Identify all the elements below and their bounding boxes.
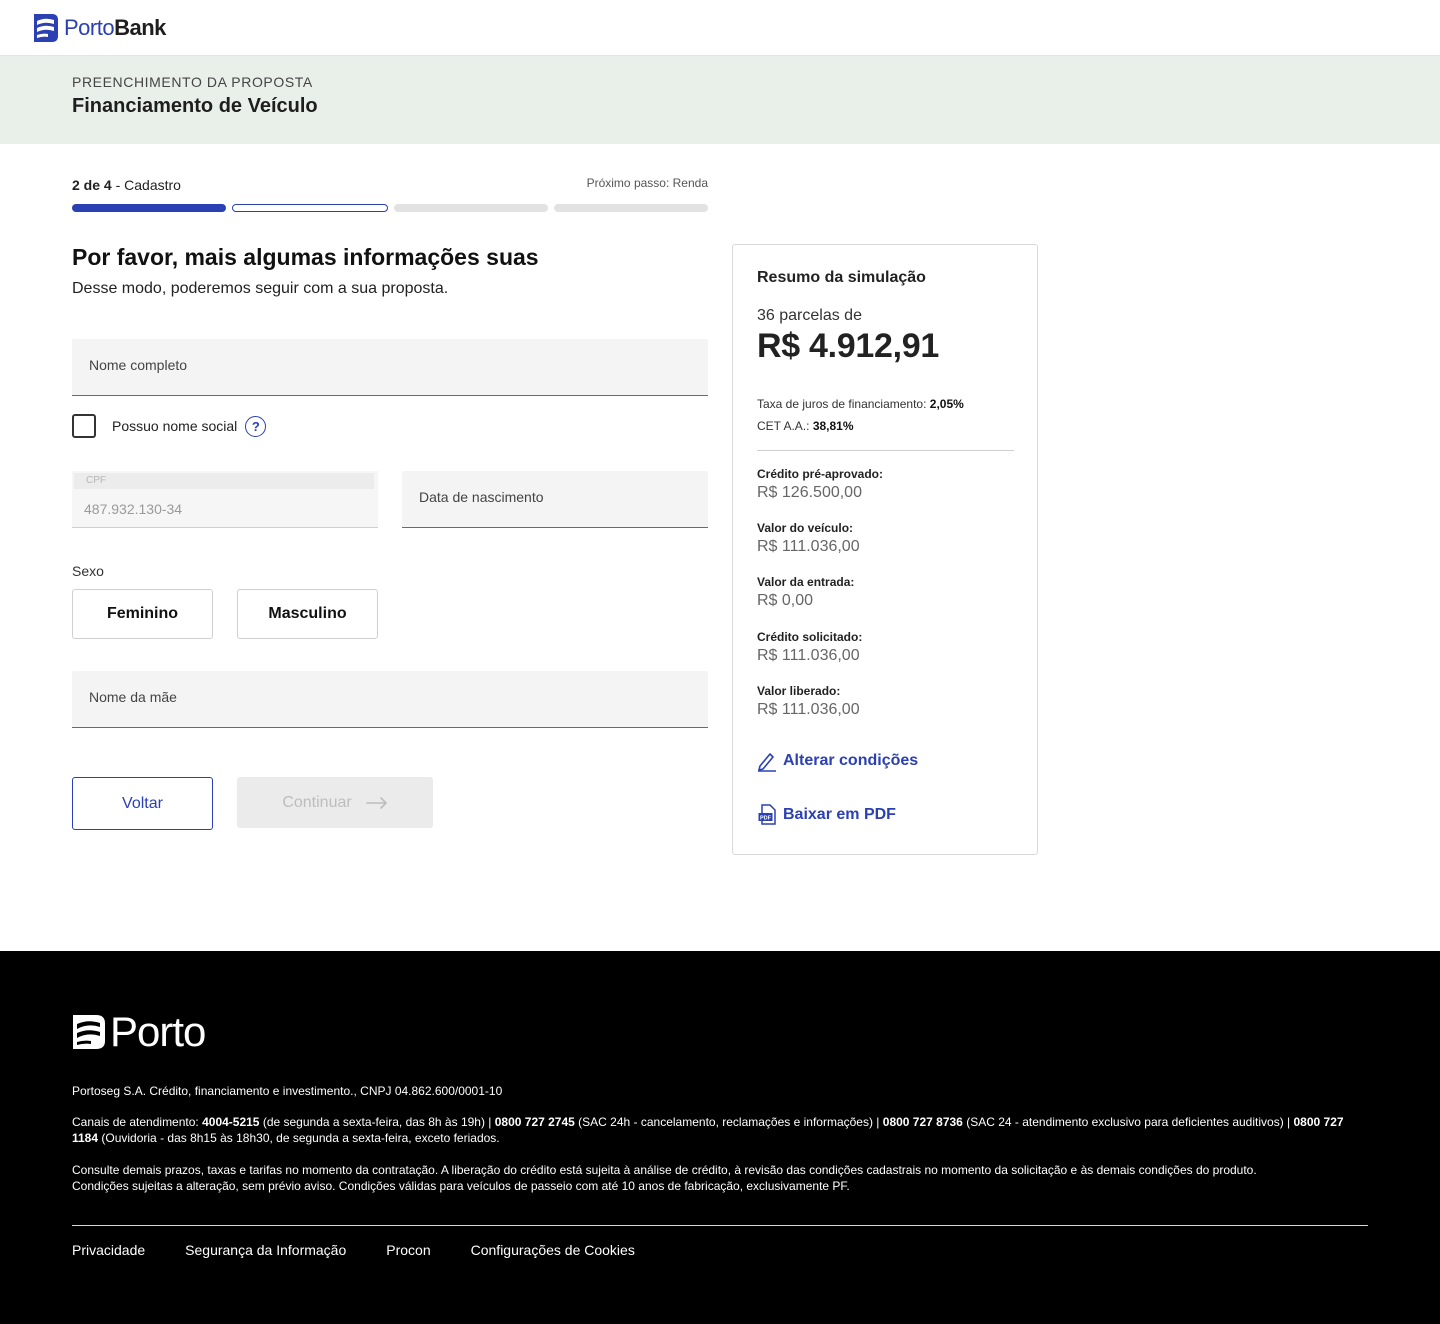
social-name-label: Possuo nome social xyxy=(112,418,238,434)
step-indicator: 2 de 4 - Cadastro xyxy=(72,177,181,193)
pencil-icon xyxy=(758,753,776,772)
summary-title: Resumo da simulação xyxy=(757,269,926,286)
footer-link-privacidade[interactable]: Privacidade xyxy=(72,1242,145,1258)
main-content: 2 de 4 - Cadastro Próximo passo: Renda P… xyxy=(0,144,1440,951)
progress-bar xyxy=(72,204,708,212)
installments-label: 36 parcelas de xyxy=(757,307,862,324)
progress-segment-4 xyxy=(554,204,708,212)
installment-amount: R$ 4.912,91 xyxy=(757,327,939,365)
footer-link-seguranca[interactable]: Segurança da Informação xyxy=(185,1242,346,1258)
form-title: Por favor, mais algumas informações suas xyxy=(72,244,539,270)
form-subtitle: Desse modo, poderemos seguir com a sua p… xyxy=(72,280,449,297)
svg-text:PDF: PDF xyxy=(760,816,772,822)
cet-rate: CET A.A.: 38,81% xyxy=(757,419,854,433)
social-name-option: Possuo nome social ? xyxy=(72,414,267,438)
sex-option-feminino[interactable]: Feminino xyxy=(72,589,213,639)
banner-eyebrow: PREENCHIMENTO DA PROPOSTA xyxy=(72,74,313,90)
next-step-label: Próximo passo: Renda xyxy=(586,176,708,190)
mother-name-field[interactable]: Nome da mãe xyxy=(72,671,708,728)
cpf-value: 487.932.130-34 xyxy=(84,501,183,517)
cpf-label-bg xyxy=(74,473,374,489)
summary-divider xyxy=(757,450,1014,451)
full-name-field[interactable]: Nome completo xyxy=(72,339,708,396)
summary-item-requested-credit: Crédito solicitado: R$ 111.036,00 xyxy=(757,630,863,664)
summary-item-preapproved: Crédito pré-aprovado: R$ 126.500,00 xyxy=(757,467,884,501)
sex-label: Sexo xyxy=(72,563,104,579)
help-icon[interactable]: ? xyxy=(245,415,267,437)
back-button[interactable]: Voltar xyxy=(72,777,213,830)
page-title: Financiamento de Veículo xyxy=(72,95,318,117)
progress-segment-1 xyxy=(72,204,226,212)
interest-rate: Taxa de juros de financiamento: 2,05% xyxy=(757,397,964,411)
change-conditions-link[interactable]: Alterar condições xyxy=(757,750,918,772)
legal-disclaimer: Consulte demais prazos, taxas e tarifas … xyxy=(72,1163,1257,1193)
full-name-placeholder: Nome completo xyxy=(89,357,188,373)
page-footer: Porto Portoseg S.A. Crédito, financiamen… xyxy=(0,951,1440,1324)
cpf-label: CPF xyxy=(86,475,106,486)
cpf-field: CPF 487.932.130-34 xyxy=(72,471,378,528)
pdf-icon: PDF xyxy=(758,804,776,825)
footer-links: Privacidade Segurança da Informação Proc… xyxy=(72,1242,635,1258)
porto-logo-icon xyxy=(34,14,58,42)
summary-item-vehicle-value: Valor do veículo: R$ 111.036,00 xyxy=(757,521,860,555)
simulation-summary-card: Resumo da simulação 36 parcelas de R$ 4.… xyxy=(732,244,1038,855)
porto-footer-logo[interactable]: Porto xyxy=(72,1008,206,1055)
footer-link-procon[interactable]: Procon xyxy=(386,1242,430,1258)
service-channels: Canais de atendimento: 4004-5215 (de seg… xyxy=(72,1115,1344,1145)
mother-name-placeholder: Nome da mãe xyxy=(89,689,177,705)
download-pdf-link[interactable]: PDF Baixar em PDF xyxy=(757,804,896,826)
footer-link-cookies[interactable]: Configurações de Cookies xyxy=(471,1242,635,1258)
brand-wordmark: PortoBank xyxy=(64,15,166,40)
sex-option-masculino[interactable]: Masculino xyxy=(237,589,378,639)
continue-button[interactable]: Continuar xyxy=(237,777,433,828)
birth-date-placeholder: Data de nascimento xyxy=(419,489,544,505)
birth-date-field[interactable]: Data de nascimento xyxy=(402,471,708,528)
continue-label: Continuar xyxy=(282,793,352,811)
footer-divider xyxy=(72,1225,1368,1226)
top-header: PortoBank xyxy=(0,0,1440,56)
summary-item-down-payment: Valor da entrada: R$ 0,00 xyxy=(757,575,855,609)
summary-item-released-value: Valor liberado: R$ 111.036,00 xyxy=(757,684,860,718)
company-info: Portoseg S.A. Crédito, financiamento e i… xyxy=(72,1084,503,1098)
social-name-checkbox[interactable] xyxy=(72,414,96,438)
porto-logo-icon xyxy=(73,1015,105,1049)
progress-segment-3 xyxy=(394,204,548,212)
progress-segment-2 xyxy=(232,204,388,212)
page-banner: PREENCHIMENTO DA PROPOSTA Financiamento … xyxy=(0,56,1440,144)
arrow-right-icon xyxy=(365,796,387,809)
footer-brand: Porto xyxy=(110,1008,206,1055)
portobank-logo[interactable]: PortoBank xyxy=(32,13,166,43)
